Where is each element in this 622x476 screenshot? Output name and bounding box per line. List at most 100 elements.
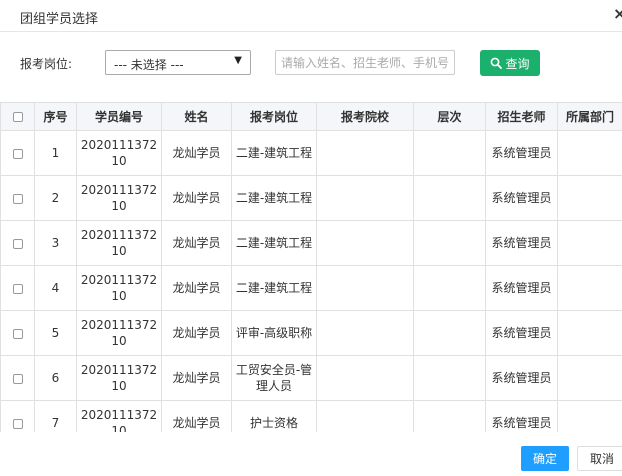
cell-teacher: 系统管理员 (485, 220, 558, 266)
cell-index: 1 (34, 130, 77, 176)
cell-school (316, 220, 414, 266)
query-button[interactable]: 查询 (480, 50, 540, 76)
row-checkbox[interactable] (12, 328, 23, 339)
position-select-value: --- 未选择 --- (114, 58, 184, 72)
search-input[interactable] (275, 50, 455, 75)
student-table-container[interactable]: 序号 学员编号 姓名 报考岗位 报考院校 层次 招生老师 所属部门 1 2020… (0, 102, 622, 432)
search-icon (491, 57, 503, 69)
row-checkbox[interactable] (12, 193, 23, 204)
cell-department (557, 310, 622, 356)
cell-position: 评审-高级职称 (231, 310, 317, 356)
cell-level (413, 265, 486, 311)
cell-student-id: 2020111372 10 (76, 265, 162, 311)
cell-teacher: 系统管理员 (485, 355, 558, 401)
close-icon[interactable]: × (613, 6, 622, 22)
cell-level (413, 355, 486, 401)
cell-school (316, 310, 414, 356)
cell-school (316, 175, 414, 221)
table-row[interactable]: 5 2020111372 10 龙灿学员 评审-高级职称 系统管理员 (0, 310, 622, 356)
row-checkbox[interactable] (12, 418, 23, 429)
cell-name: 龙灿学员 (161, 265, 232, 311)
row-checkbox-cell[interactable] (0, 130, 35, 176)
table-row[interactable]: 3 2020111372 10 龙灿学员 二建-建筑工程 系统管理员 (0, 220, 622, 266)
cell-name: 龙灿学员 (161, 310, 232, 356)
cell-position: 二建-建筑工程 (231, 175, 317, 221)
cell-name: 龙灿学员 (161, 355, 232, 401)
cell-teacher: 系统管理员 (485, 175, 558, 221)
dialog-title-bar: 团组学员选择 × (0, 0, 622, 32)
confirm-button[interactable]: 确定 (521, 446, 569, 471)
cell-index: 5 (34, 310, 77, 356)
row-checkbox[interactable] (12, 148, 23, 159)
cell-department (557, 220, 622, 266)
table-row[interactable]: 2 2020111372 10 龙灿学员 二建-建筑工程 系统管理员 (0, 175, 622, 221)
header-position: 报考岗位 (231, 102, 317, 131)
header-teacher: 招生老师 (485, 102, 558, 131)
cell-index: 2 (34, 175, 77, 221)
header-student-id: 学员编号 (76, 102, 162, 131)
filter-row: 报考岗位: --- 未选择 --- ▼ 查询 (0, 46, 622, 78)
table-row[interactable]: 4 2020111372 10 龙灿学员 二建-建筑工程 系统管理员 (0, 265, 622, 311)
header-school: 报考院校 (316, 102, 414, 131)
row-checkbox-cell[interactable] (0, 400, 35, 432)
row-checkbox-cell[interactable] (0, 265, 35, 311)
cell-index: 3 (34, 220, 77, 266)
cell-level (413, 220, 486, 266)
cell-student-id: 2020111372 10 (76, 130, 162, 176)
row-checkbox-cell[interactable] (0, 310, 35, 356)
dialog-title: 团组学员选择 (20, 12, 99, 27)
cell-level (413, 175, 486, 221)
cell-student-id: 2020111372 10 (76, 310, 162, 356)
cell-name: 龙灿学员 (161, 175, 232, 221)
cell-teacher: 系统管理员 (485, 130, 558, 176)
student-table: 序号 学员编号 姓名 报考岗位 报考院校 层次 招生老师 所属部门 1 2020… (0, 102, 622, 432)
row-checkbox-cell[interactable] (0, 355, 35, 401)
cell-student-id: 2020111372 10 (76, 220, 162, 266)
cell-name: 龙灿学员 (161, 220, 232, 266)
cell-student-id: 2020111372 10 (76, 355, 162, 401)
cell-name: 龙灿学员 (161, 130, 232, 176)
position-select[interactable]: --- 未选择 --- ▼ (105, 50, 251, 75)
query-button-label: 查询 (505, 56, 530, 71)
cell-department (557, 130, 622, 176)
row-checkbox-cell[interactable] (0, 175, 35, 221)
cell-position: 护士资格 (231, 400, 317, 432)
row-checkbox[interactable] (12, 238, 23, 249)
cell-department (557, 355, 622, 401)
cell-level (413, 310, 486, 356)
select-all-checkbox[interactable] (12, 112, 23, 122)
row-checkbox[interactable] (12, 283, 23, 294)
cell-student-id: 2020111372 10 (76, 175, 162, 221)
select-all-header[interactable] (0, 102, 35, 131)
cell-name: 龙灿学员 (161, 400, 232, 432)
dialog-footer: 确定 取消 (0, 432, 622, 476)
header-index: 序号 (34, 102, 77, 131)
cell-school (316, 400, 414, 432)
table-row[interactable]: 1 2020111372 10 龙灿学员 二建-建筑工程 系统管理员 (0, 130, 622, 176)
position-filter-label: 报考岗位: (20, 57, 73, 71)
header-name: 姓名 (161, 102, 232, 131)
row-checkbox-cell[interactable] (0, 220, 35, 266)
cell-student-id: 2020111372 10 (76, 400, 162, 432)
header-level: 层次 (413, 102, 486, 131)
table-row[interactable]: 6 2020111372 10 龙灿学员 工贸安全员-管理人员 系统管理员 (0, 355, 622, 401)
cell-department (557, 265, 622, 311)
cell-teacher: 系统管理员 (485, 400, 558, 432)
cell-position: 工贸安全员-管理人员 (231, 355, 317, 401)
cell-position: 二建-建筑工程 (231, 130, 317, 176)
header-department: 所属部门 (557, 102, 622, 131)
cell-department (557, 400, 622, 432)
cancel-button[interactable]: 取消 (577, 446, 622, 471)
table-row[interactable]: 7 2020111372 10 龙灿学员 护士资格 系统管理员 (0, 400, 622, 432)
cell-school (316, 355, 414, 401)
cell-index: 4 (34, 265, 77, 311)
cell-school (316, 265, 414, 311)
cell-position: 二建-建筑工程 (231, 265, 317, 311)
row-checkbox[interactable] (12, 373, 23, 384)
cell-index: 7 (34, 400, 77, 432)
cell-position: 二建-建筑工程 (231, 220, 317, 266)
table-header-row: 序号 学员编号 姓名 报考岗位 报考院校 层次 招生老师 所属部门 (0, 102, 622, 131)
cell-level (413, 400, 486, 432)
cell-department (557, 175, 622, 221)
caret-down-icon: ▼ (234, 55, 242, 66)
